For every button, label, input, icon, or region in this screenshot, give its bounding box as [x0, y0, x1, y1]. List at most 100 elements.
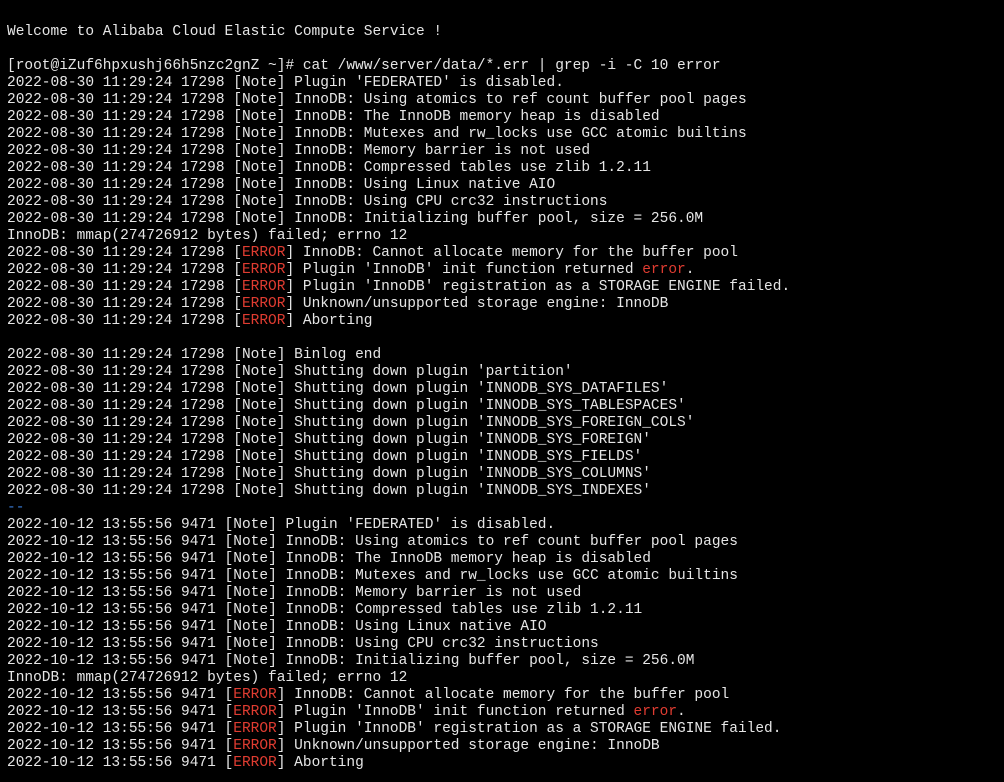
error-log-line: 2022-08-30 11:29:24 17298 [ERROR] Unknow… — [7, 296, 1004, 313]
log-message: ] Shutting down plugin 'INNODB_SYS_FIELD… — [276, 449, 643, 465]
error-tag: ERROR — [241, 313, 286, 329]
note-tag: Note — [241, 449, 277, 465]
note-log-line: 2022-10-12 13:55:56 9471 [Note] Plugin '… — [7, 517, 1004, 534]
log-timestamp: 2022-10-12 13:55:56 9471 [ — [7, 704, 234, 720]
log-timestamp: 2022-10-12 13:55:56 9471 [ — [7, 568, 234, 584]
note-tag: Note — [241, 194, 277, 210]
log-message: ] InnoDB: Memory barrier is not used — [276, 143, 591, 159]
note-log-line: 2022-10-12 13:55:56 9471 [Note] InnoDB: … — [7, 619, 1004, 636]
note-tag: Note — [241, 160, 277, 176]
note-log-line: 2022-08-30 11:29:24 17298 [Note] InnoDB:… — [7, 92, 1004, 109]
note-tag: Note — [241, 483, 277, 499]
note-tag: Note — [241, 415, 277, 431]
log-message: ] InnoDB: Mutexes and rw_locks use GCC a… — [268, 568, 738, 584]
note-log-line: 2022-08-30 11:29:24 17298 [Note] InnoDB:… — [7, 160, 1004, 177]
error-log-line: 2022-10-12 13:55:56 9471 [ERROR] Unknown… — [7, 738, 1004, 755]
note-log-line: 2022-10-12 13:55:56 9471 [Note] InnoDB: … — [7, 636, 1004, 653]
note-tag: Note — [241, 92, 277, 108]
log-timestamp: 2022-08-30 11:29:24 17298 [ — [7, 75, 242, 91]
error-log-line: 2022-08-30 11:29:24 17298 [ERROR] Plugin… — [7, 279, 1004, 296]
error-log-line: 2022-08-30 11:29:24 17298 [ERROR] InnoDB… — [7, 245, 1004, 262]
note-log-line: 2022-08-30 11:29:24 17298 [Note] Shuttin… — [7, 466, 1004, 483]
log-timestamp: 2022-08-30 11:29:24 17298 [ — [7, 194, 242, 210]
log-timestamp: 2022-10-12 13:55:56 9471 [ — [7, 551, 234, 567]
note-tag: Note — [233, 551, 269, 567]
error-tag: ERROR — [241, 296, 286, 312]
log-timestamp: 2022-10-12 13:55:56 9471 [ — [7, 534, 234, 550]
log-timestamp: 2022-10-12 13:55:56 9471 [ — [7, 636, 234, 652]
error-tag: ERROR — [233, 738, 277, 754]
note-tag: Note — [233, 534, 269, 550]
log-message: ] Plugin 'InnoDB' init function returned — [285, 262, 643, 278]
note-log-line: 2022-08-30 11:29:24 17298 [Note] Shuttin… — [7, 415, 1004, 432]
log-timestamp: 2022-10-12 13:55:56 9471 [ — [7, 738, 234, 754]
log-timestamp: 2022-08-30 11:29:24 17298 [ — [7, 177, 242, 193]
line-text: Welcome to Alibaba Cloud Elastic Compute… — [7, 24, 443, 40]
log-message: ] Aborting — [276, 755, 364, 771]
log-message: ] Plugin 'FEDERATED' is disabled. — [276, 75, 564, 91]
note-log-line: 2022-08-30 11:29:24 17298 [Note] InnoDB:… — [7, 177, 1004, 194]
note-log-line: 2022-10-12 13:55:56 9471 [Note] InnoDB: … — [7, 602, 1004, 619]
note-tag: Note — [233, 636, 269, 652]
log-timestamp: 2022-08-30 11:29:24 17298 [ — [7, 347, 242, 363]
note-tag: Note — [233, 619, 269, 635]
log-message: ] Binlog end — [276, 347, 382, 363]
log-timestamp: 2022-10-12 13:55:56 9471 [ — [7, 602, 234, 618]
log-message: ] Shutting down plugin 'INNODB_SYS_DATAF… — [276, 381, 669, 397]
note-tag: Note — [241, 211, 277, 227]
note-tag: Note — [241, 177, 277, 193]
log-timestamp: 2022-10-12 13:55:56 9471 [ — [7, 687, 234, 703]
log-message: ] Aborting — [285, 313, 373, 329]
error-log-line: 2022-10-12 13:55:56 9471 [ERROR] Abortin… — [7, 755, 1004, 772]
note-tag: Note — [233, 585, 269, 601]
log-timestamp: 2022-08-30 11:29:24 17298 [ — [7, 364, 242, 380]
log-message: ] Shutting down plugin 'INNODB_SYS_TABLE… — [276, 398, 686, 414]
log-timestamp: 2022-08-30 11:29:24 17298 [ — [7, 398, 242, 414]
log-timestamp: 2022-08-30 11:29:24 17298 [ — [7, 143, 242, 159]
note-log-line: 2022-08-30 11:29:24 17298 [Note] Shuttin… — [7, 398, 1004, 415]
note-tag: Note — [241, 432, 277, 448]
note-log-line: 2022-10-12 13:55:56 9471 [Note] InnoDB: … — [7, 653, 1004, 670]
note-log-line: 2022-08-30 11:29:24 17298 [Note] Shuttin… — [7, 381, 1004, 398]
log-timestamp: 2022-08-30 11:29:24 17298 [ — [7, 109, 242, 125]
note-tag: Note — [233, 653, 269, 669]
log-timestamp: 2022-10-12 13:55:56 9471 [ — [7, 653, 234, 669]
log-message: ] InnoDB: Using atomics to ref count buf… — [276, 92, 747, 108]
log-message: ] InnoDB: Using atomics to ref count buf… — [268, 534, 738, 550]
note-log-line: 2022-08-30 11:29:24 17298 [Note] Shuttin… — [7, 483, 1004, 500]
note-tag: Note — [241, 109, 277, 125]
welcome-banner: Welcome to Alibaba Cloud Elastic Compute… — [7, 24, 1004, 41]
log-message: ] Plugin 'FEDERATED' is disabled. — [268, 517, 556, 533]
grep-separator: -- — [7, 500, 1004, 517]
note-tag: Note — [241, 347, 277, 363]
log-message: ] Plugin 'InnoDB' registration as a STOR… — [285, 279, 791, 295]
log-message: ] InnoDB: Mutexes and rw_locks use GCC a… — [276, 126, 747, 142]
log-timestamp: 2022-10-12 13:55:56 9471 [ — [7, 721, 234, 737]
note-log-line: 2022-10-12 13:55:56 9471 [Note] InnoDB: … — [7, 585, 1004, 602]
log-timestamp: 2022-08-30 11:29:24 17298 [ — [7, 245, 242, 261]
log-message-tail: . — [677, 704, 686, 720]
error-tag: ERROR — [241, 262, 286, 278]
log-timestamp: 2022-08-30 11:29:24 17298 [ — [7, 313, 242, 329]
note-tag: Note — [233, 568, 269, 584]
note-log-line: 2022-08-30 11:29:24 17298 [Note] InnoDB:… — [7, 109, 1004, 126]
log-timestamp: 2022-08-30 11:29:24 17298 [ — [7, 466, 242, 482]
terminal-window[interactable]: Welcome to Alibaba Cloud Elastic Compute… — [0, 0, 1004, 782]
note-log-line: 2022-10-12 13:55:56 9471 [Note] InnoDB: … — [7, 534, 1004, 551]
log-message: ] InnoDB: Using Linux native AIO — [276, 177, 556, 193]
log-timestamp: 2022-08-30 11:29:24 17298 [ — [7, 449, 242, 465]
log-message: ] Shutting down plugin 'INNODB_SYS_COLUM… — [276, 466, 651, 482]
note-log-line: 2022-08-30 11:29:24 17298 [Note] InnoDB:… — [7, 211, 1004, 228]
log-timestamp: 2022-10-12 13:55:56 9471 [ — [7, 755, 234, 771]
error-log-line: 2022-10-12 13:55:56 9471 [ERROR] InnoDB:… — [7, 687, 1004, 704]
log-message: ] InnoDB: The InnoDB memory heap is disa… — [268, 551, 651, 567]
note-log-line: 2022-08-30 11:29:24 17298 [Note] Plugin … — [7, 75, 1004, 92]
note-log-line: 2022-08-30 11:29:24 17298 [Note] Shuttin… — [7, 364, 1004, 381]
shell-command-line: [root@iZuf6hpxushj66h5nzc2gnZ ~]# cat /w… — [7, 58, 1004, 75]
note-log-line: 2022-10-12 13:55:56 9471 [Note] InnoDB: … — [7, 568, 1004, 585]
note-tag: Note — [241, 75, 277, 91]
log-message: ] InnoDB: The InnoDB memory heap is disa… — [276, 109, 660, 125]
log-message: ] Unknown/unsupported storage engine: In… — [276, 738, 660, 754]
log-timestamp: 2022-08-30 11:29:24 17298 [ — [7, 262, 242, 278]
